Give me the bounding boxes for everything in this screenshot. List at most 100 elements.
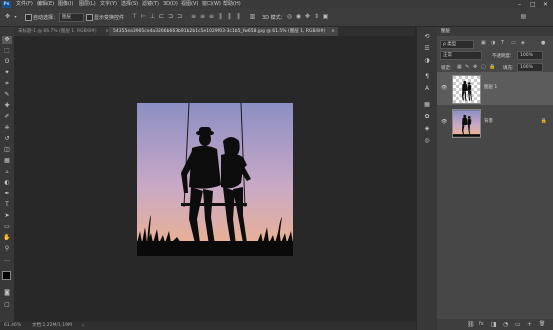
- 3d-roll-icon[interactable]: ◉: [295, 13, 302, 21]
- new-group-icon[interactable]: ▭: [515, 321, 521, 328]
- 3d-slide-icon[interactable]: ⇕: [313, 13, 320, 21]
- history-icon[interactable]: ⟲: [422, 33, 432, 41]
- tool-preset-dropdown-icon[interactable]: ▾: [12, 13, 19, 21]
- new-adjustment-icon[interactable]: ◔: [503, 321, 508, 328]
- menu-edit[interactable]: 编辑(E): [37, 0, 54, 9]
- delete-layer-icon[interactable]: 🗑: [539, 321, 545, 327]
- lock-artboard-icon[interactable]: ▢: [481, 64, 486, 70]
- lasso-icon[interactable]: ʘ: [2, 58, 12, 66]
- auto-select-checkbox[interactable]: [25, 14, 32, 21]
- swatches-icon[interactable]: ▦: [422, 101, 432, 109]
- filter-shape-icon[interactable]: ▭: [511, 40, 516, 46]
- edit-toolbar-icon[interactable]: …: [2, 256, 12, 264]
- character-icon[interactable]: A: [422, 85, 432, 93]
- minimize-button[interactable]: –: [518, 0, 521, 9]
- brushes-icon[interactable]: ✿: [422, 113, 432, 121]
- auto-select-target-dropdown[interactable]: 图层: [59, 13, 84, 22]
- menu-window[interactable]: 窗口(W): [202, 0, 221, 9]
- layer-style-icon[interactable]: fx: [479, 321, 484, 327]
- zoom-level[interactable]: 61.46%: [4, 322, 21, 330]
- blur-icon[interactable]: ▵: [2, 168, 12, 176]
- brush-icon[interactable]: ✐: [2, 113, 12, 121]
- menu-view[interactable]: 视图(V): [181, 0, 198, 9]
- properties-icon[interactable]: ☰: [422, 45, 432, 53]
- filter-toggle-icon[interactable]: ●: [541, 40, 545, 46]
- opacity-field[interactable]: 100%: [517, 51, 543, 60]
- menu-3d[interactable]: 3D(D): [163, 0, 178, 9]
- filter-smart-icon[interactable]: ◈: [521, 40, 525, 46]
- close-window-button[interactable]: ✕: [543, 0, 548, 9]
- add-mask-icon[interactable]: ◨: [491, 321, 497, 328]
- align-right-icon[interactable]: ⊐: [176, 13, 183, 21]
- distribute-right-icon[interactable]: ‖: [235, 13, 242, 21]
- eraser-icon[interactable]: ◫: [2, 146, 12, 154]
- visibility-eye-icon[interactable]: 👁: [441, 85, 447, 91]
- healing-icon[interactable]: ✚: [2, 102, 12, 110]
- lock-icon[interactable]: 🔒: [541, 118, 547, 124]
- layer-filter-dropdown[interactable]: ρ 类型: [440, 40, 474, 49]
- zoom-icon[interactable]: ⚲: [2, 245, 12, 253]
- filter-type-icon[interactable]: T: [501, 40, 504, 46]
- distribute-hcenter-icon[interactable]: ‖: [226, 13, 233, 21]
- distribute-left-icon[interactable]: ‖: [217, 13, 224, 21]
- eyedropper-icon[interactable]: ✎: [2, 91, 12, 99]
- history-brush-icon[interactable]: ↺: [2, 135, 12, 143]
- show-transform-checkbox[interactable]: [86, 14, 93, 21]
- layers-panel-title[interactable]: 图层: [441, 27, 450, 36]
- document-tab[interactable]: 未标题-1 @ 66.7% (图层 1, RGB/8#) ×: [14, 27, 112, 36]
- 3d-orbit-icon[interactable]: ◎: [286, 13, 293, 21]
- pen-icon[interactable]: ✒: [2, 190, 12, 198]
- layer-row-layer-1[interactable]: 👁 图层 1: [437, 72, 553, 105]
- stamp-icon[interactable]: ⎈: [2, 124, 12, 132]
- align-bottom-icon[interactable]: ⊥: [149, 13, 156, 21]
- lock-position-icon[interactable]: ✥: [473, 64, 477, 70]
- magic-wand-icon[interactable]: ✦: [2, 69, 12, 77]
- maximize-button[interactable]: □: [530, 0, 536, 9]
- menu-type[interactable]: 文字(Y): [100, 0, 117, 9]
- type-icon[interactable]: T: [2, 201, 12, 209]
- foreground-color-swatch[interactable]: [2, 271, 11, 280]
- paragraph-icon[interactable]: ¶: [422, 73, 432, 81]
- lock-all-icon[interactable]: 🔒: [489, 64, 495, 70]
- status-menu-icon[interactable]: ›: [82, 322, 84, 330]
- filter-pixel-icon[interactable]: ▣: [481, 40, 486, 46]
- document-tab-active[interactable]: 54355ea3905ce4a3266b663b91b2b1c5e1029f03…: [109, 27, 338, 36]
- distribute-top-icon[interactable]: ≡: [190, 13, 197, 21]
- crop-icon[interactable]: ⌗: [2, 80, 12, 88]
- gradient-icon[interactable]: ▦: [2, 157, 12, 165]
- 3d-pan-icon[interactable]: ✥: [304, 13, 311, 21]
- menu-help[interactable]: 帮助(H): [223, 0, 241, 9]
- adjust-icon[interactable]: ◑: [422, 57, 432, 65]
- align-left-icon[interactable]: ⊏: [158, 13, 165, 21]
- hand-icon[interactable]: ✋: [2, 234, 12, 242]
- menu-image[interactable]: 图像(I): [58, 0, 73, 9]
- screen-mode-icon[interactable]: ▢: [2, 301, 12, 309]
- quickmask-icon[interactable]: ◙: [2, 289, 12, 297]
- fill-field[interactable]: 100%: [517, 63, 543, 72]
- menu-file[interactable]: 文件(F): [16, 0, 33, 9]
- auto-align-icon[interactable]: ▥: [249, 13, 256, 21]
- align-vcenter-icon[interactable]: ⊢: [140, 13, 147, 21]
- libraries-icon[interactable]: ◈: [422, 125, 432, 133]
- visibility-eye-icon[interactable]: 👁: [441, 119, 447, 125]
- close-tab-icon[interactable]: ×: [331, 27, 335, 36]
- path-select-icon[interactable]: ➤: [2, 212, 12, 220]
- lock-transparent-icon[interactable]: ▦: [457, 64, 462, 70]
- shape-icon[interactable]: ▭: [2, 223, 12, 231]
- document-canvas[interactable]: [137, 103, 293, 256]
- new-layer-icon[interactable]: +: [527, 321, 532, 328]
- align-top-icon[interactable]: ⊤: [131, 13, 138, 21]
- menu-layer[interactable]: 图层(L): [79, 0, 96, 9]
- align-hcenter-icon[interactable]: ⊐: [167, 13, 174, 21]
- distribute-bottom-icon[interactable]: ≡: [208, 13, 215, 21]
- distribute-vcenter-icon[interactable]: ≡: [199, 13, 206, 21]
- marquee-icon[interactable]: ⬚: [2, 47, 12, 55]
- menu-filter[interactable]: 滤镜(T): [142, 0, 159, 9]
- menu-select[interactable]: 选择(S): [121, 0, 138, 9]
- move-icon[interactable]: ✥: [2, 36, 12, 44]
- link-layers-icon[interactable]: ⛓: [467, 321, 475, 328]
- workspace-switcher-icon[interactable]: ▤: [520, 13, 527, 21]
- channels-icon[interactable]: ◎: [422, 137, 432, 145]
- layer-name[interactable]: 图层 1: [484, 84, 497, 90]
- move-tool-icon[interactable]: ✥: [4, 13, 11, 21]
